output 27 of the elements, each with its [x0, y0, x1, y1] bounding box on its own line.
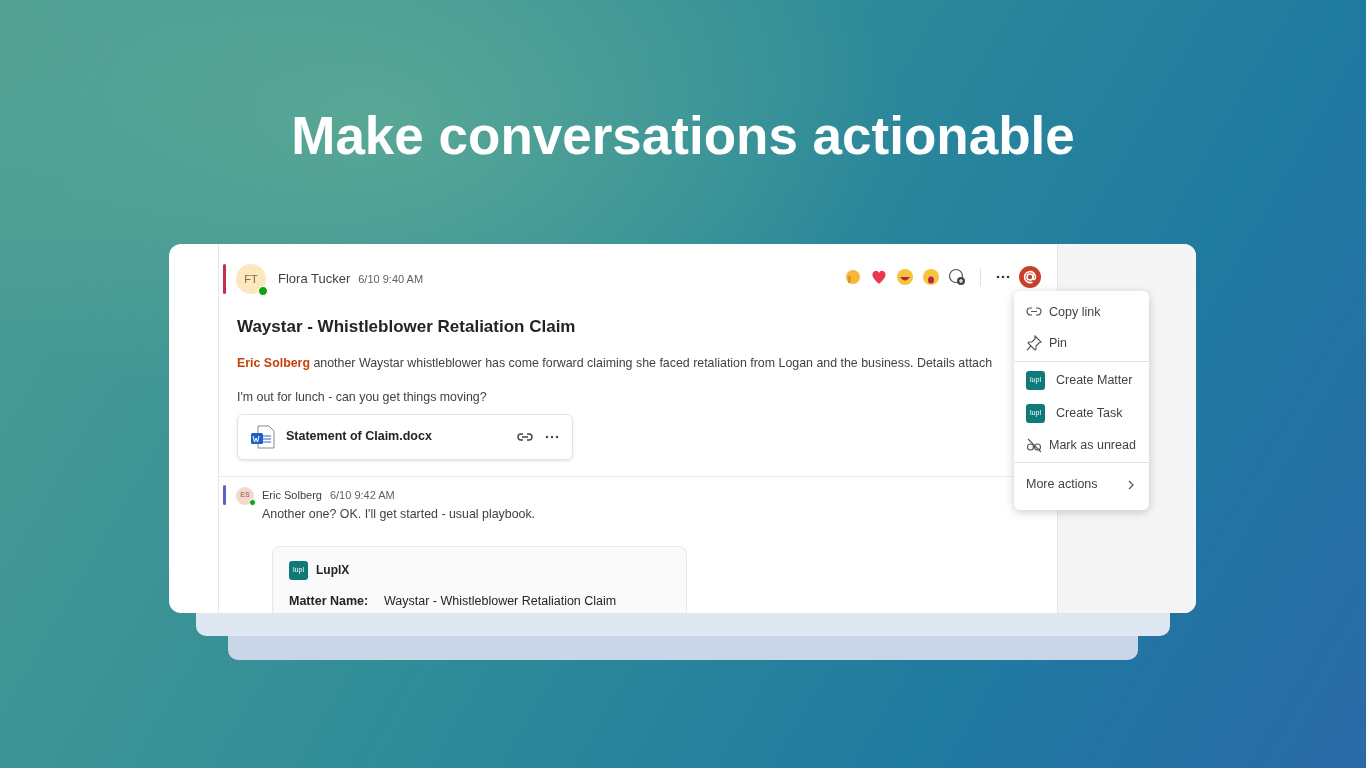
menu-item[interactable]: Mark as unread — [1014, 429, 1149, 461]
timestamp: 6/10 9:40 AM — [358, 271, 424, 287]
field-label: Matter Name: — [289, 592, 370, 610]
word-document-icon — [250, 423, 276, 450]
app-name: LuplX — [316, 562, 350, 580]
menu-item[interactable]: Copy link — [1014, 297, 1149, 328]
glasses-off-icon — [1026, 436, 1042, 453]
headline: Make conversations actionable — [291, 105, 1075, 167]
menu-item[interactable]: More actions — [1014, 465, 1149, 504]
add-reaction-icon[interactable] — [948, 268, 966, 286]
file-name: Statement of Claim.docx — [286, 428, 433, 446]
pin-icon — [1026, 335, 1042, 352]
mention-icon — [1019, 266, 1041, 288]
laughing-face-icon[interactable] — [896, 268, 914, 286]
author-name: Flora Tucker — [278, 270, 351, 289]
menu-item[interactable]: Pin — [1014, 327, 1149, 359]
field-value: Waystar - Whistleblower Retaliation Claim — [384, 592, 617, 610]
file-attachment[interactable]: Statement of Claim.docx — [237, 413, 573, 460]
timestamp: 6/10 9:42 AM — [329, 487, 395, 503]
surprised-face-icon[interactable] — [922, 268, 940, 286]
message-text: Another one? OK. I'll get started - usual playbook. — [262, 506, 536, 524]
message-text: Eric Solberg another Waystar whistleblower has come forward claiming she faced retaliation from Logan and the business. Details attach — [237, 354, 994, 372]
author-name: Eric Solberg — [262, 487, 322, 503]
heart-icon[interactable] — [870, 268, 888, 286]
message-text: I'm out for lunch - can you get things moving? — [237, 389, 488, 407]
message-subject: Waystar - Whistleblower Retaliation Claim — [237, 316, 577, 338]
avatar: FT — [236, 264, 266, 294]
